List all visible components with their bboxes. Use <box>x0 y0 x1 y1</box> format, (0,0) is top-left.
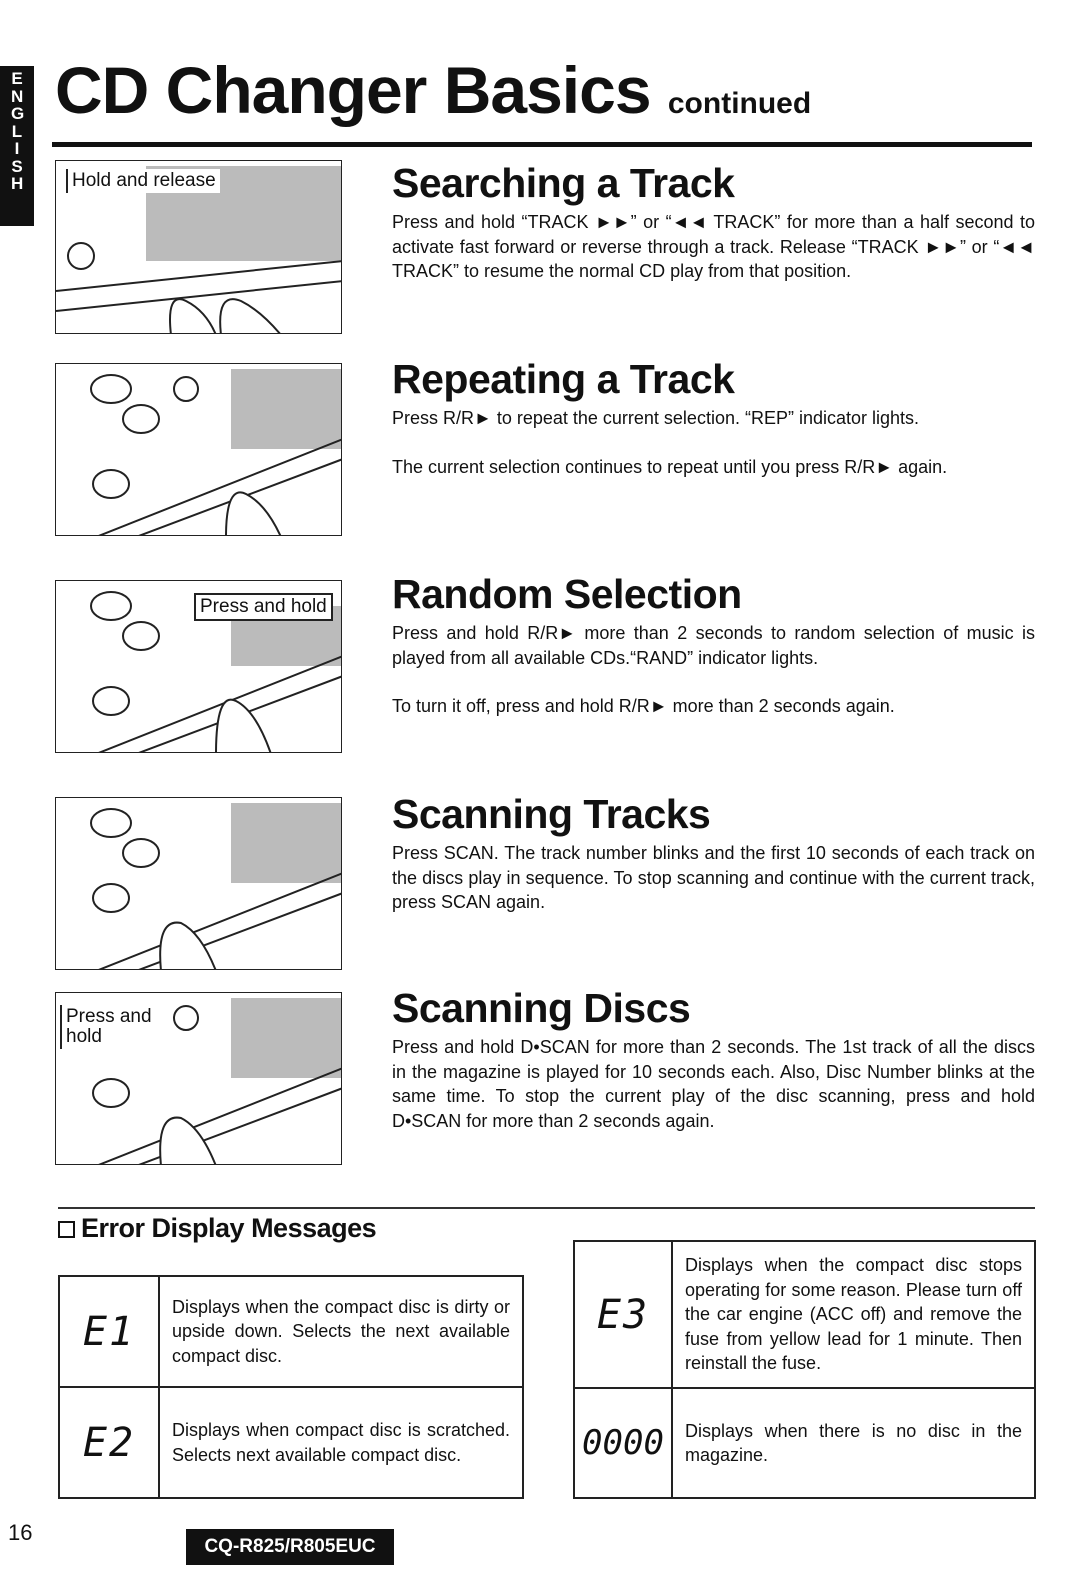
section-text: Press and hold R/R► more than 2 seconds … <box>392 623 1035 668</box>
error-row: E1 Displays when the compact disc is dirt… <box>58 1275 524 1388</box>
section-heading: Repeating a Track <box>392 356 735 402</box>
error-row: 0000 Displays when there is no disc in th… <box>573 1387 1036 1499</box>
error-row: E3 Displays when the compact disc stops o… <box>573 1240 1036 1389</box>
error-divider <box>58 1207 1035 1209</box>
error-description: Displays when there is no disc in the ma… <box>671 1387 1036 1499</box>
error-description: Displays when the compact disc stops ope… <box>671 1240 1036 1389</box>
section-text: The current selection continues to repea… <box>392 456 948 477</box>
illustration-search-track: Hold and release <box>55 160 342 334</box>
model-badge: CQ-R825/R805EUC <box>186 1529 394 1565</box>
error-table-right: E3 Displays when the compact disc stops o… <box>573 1240 1036 1499</box>
page-number: 16 <box>8 1520 33 1545</box>
section-heading: Random Selection <box>392 571 742 617</box>
section-scanning-tracks: Scanning Tracks Press SCAN. The track nu… <box>392 791 1035 915</box>
callout-label: Press and hold <box>60 1005 170 1049</box>
section-text: To turn it off, press and hold R/R► more… <box>392 696 895 716</box>
section-text: Press SCAN. The track number blinks and … <box>392 843 1035 912</box>
error-code: 0000 <box>573 1387 673 1499</box>
error-code: E3 <box>573 1240 673 1389</box>
page-title: CD Changer Basics continued <box>55 53 812 127</box>
error-table-left: E1 Displays when the compact disc is dirt… <box>58 1275 524 1499</box>
error-description: Displays when compact disc is scratched.… <box>158 1386 524 1499</box>
error-row: E2 Displays when compact disc is scratche… <box>58 1386 524 1499</box>
error-heading: Error Display Messages <box>58 1213 377 1244</box>
error-code: E2 <box>58 1386 160 1499</box>
language-tab: ENGLISH <box>0 66 34 226</box>
section-random-selection: Random Selection Press and hold R/R► mor… <box>392 571 1035 719</box>
title-suffix: continued <box>667 87 812 120</box>
language-label: ENGLISH <box>11 69 25 193</box>
checkbox-bullet-icon <box>58 1221 75 1238</box>
section-text: Press and hold “TRACK ►►” or “◄◄ TRACK” … <box>392 212 1035 281</box>
section-scanning-discs: Scanning Discs Press and hold D•SCAN for… <box>392 985 1035 1133</box>
section-text: Press and hold D•SCAN for more than 2 se… <box>392 1037 1035 1131</box>
section-heading: Scanning Discs <box>392 985 691 1031</box>
callout-label: Press and hold <box>194 593 333 621</box>
callout-label: Hold and release <box>66 169 220 193</box>
illustration-scan-discs: Press and hold <box>55 992 342 1165</box>
illustration-random-selection: Press and hold <box>55 580 342 753</box>
section-heading: Scanning Tracks <box>392 791 711 837</box>
section-text: Press R/R► to repeat the current selecti… <box>392 408 920 428</box>
error-code: E1 <box>58 1275 160 1388</box>
section-searching-track: Searching a Track Press and hold “TRACK … <box>392 160 1035 284</box>
error-description: Displays when the compact disc is dirty … <box>158 1275 524 1388</box>
section-repeating-track: Repeating a Track Press R/R► to repeat t… <box>392 356 1035 479</box>
illustration-repeat-track <box>55 363 342 536</box>
section-heading: Searching a Track <box>392 160 735 206</box>
illustration-scan-tracks <box>55 797 342 970</box>
title-divider <box>52 142 1032 147</box>
